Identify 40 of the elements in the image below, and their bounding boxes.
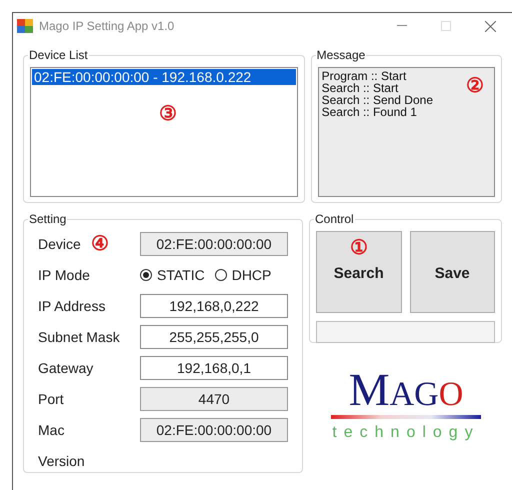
annotation-number: ④ <box>90 234 109 254</box>
action-button[interactable]: ① Search <box>316 231 402 313</box>
field-label: Port <box>38 390 64 408</box>
app-icon <box>17 19 33 33</box>
window-title: Mago IP Setting App v1.0 <box>39 18 174 35</box>
field-label: Device <box>38 234 81 254</box>
action-button[interactable]: Save <box>410 231 495 313</box>
field-label: Subnet Mask <box>38 328 120 346</box>
group-title: Message <box>316 48 366 62</box>
minimize-icon <box>397 25 407 27</box>
logo-tagline: technology <box>332 423 480 443</box>
annotation-number: ③ <box>159 103 177 125</box>
text-field[interactable]: 02:FE:00:00:00:00 <box>140 418 288 442</box>
text-field[interactable]: 255,255,255,0 <box>140 325 288 349</box>
text-field[interactable]: 02:FE:00:00:00:00 <box>140 232 288 256</box>
message-line: Search :: Start <box>322 82 398 94</box>
message-line: Search :: Send Done <box>322 94 433 106</box>
field-label: Gateway <box>38 358 94 378</box>
field-label: IP Address <box>38 296 106 316</box>
field-label: Mac <box>38 420 64 440</box>
annotation-number: ② <box>466 75 484 97</box>
logo-text: M <box>348 367 390 413</box>
logo-text: AG <box>390 378 439 412</box>
field-label: Version <box>38 452 85 470</box>
message-line: Program :: Start <box>322 70 406 82</box>
device-list-item[interactable]: 02:FE:00:00:00:00 - 192.168.0.222 <box>32 69 296 85</box>
field-label: IP Mode <box>38 266 90 284</box>
annotation-number: ① <box>350 238 368 258</box>
maximize-icon <box>441 21 451 31</box>
close-icon <box>484 20 496 32</box>
logo-text: O <box>438 378 464 412</box>
text-field[interactable]: 192,168,0,222 <box>140 294 288 318</box>
group-title: Control <box>315 212 354 226</box>
message-line: Search :: Found 1 <box>322 106 417 118</box>
radio-option[interactable]: DHCP <box>214 264 272 286</box>
group-title: Setting <box>29 212 66 226</box>
radio-option[interactable]: STATIC <box>140 264 205 286</box>
text-field[interactable]: 192,168,0,1 <box>140 356 288 380</box>
group-title: Device List <box>29 48 88 62</box>
text-field[interactable]: 4470 <box>140 387 288 411</box>
